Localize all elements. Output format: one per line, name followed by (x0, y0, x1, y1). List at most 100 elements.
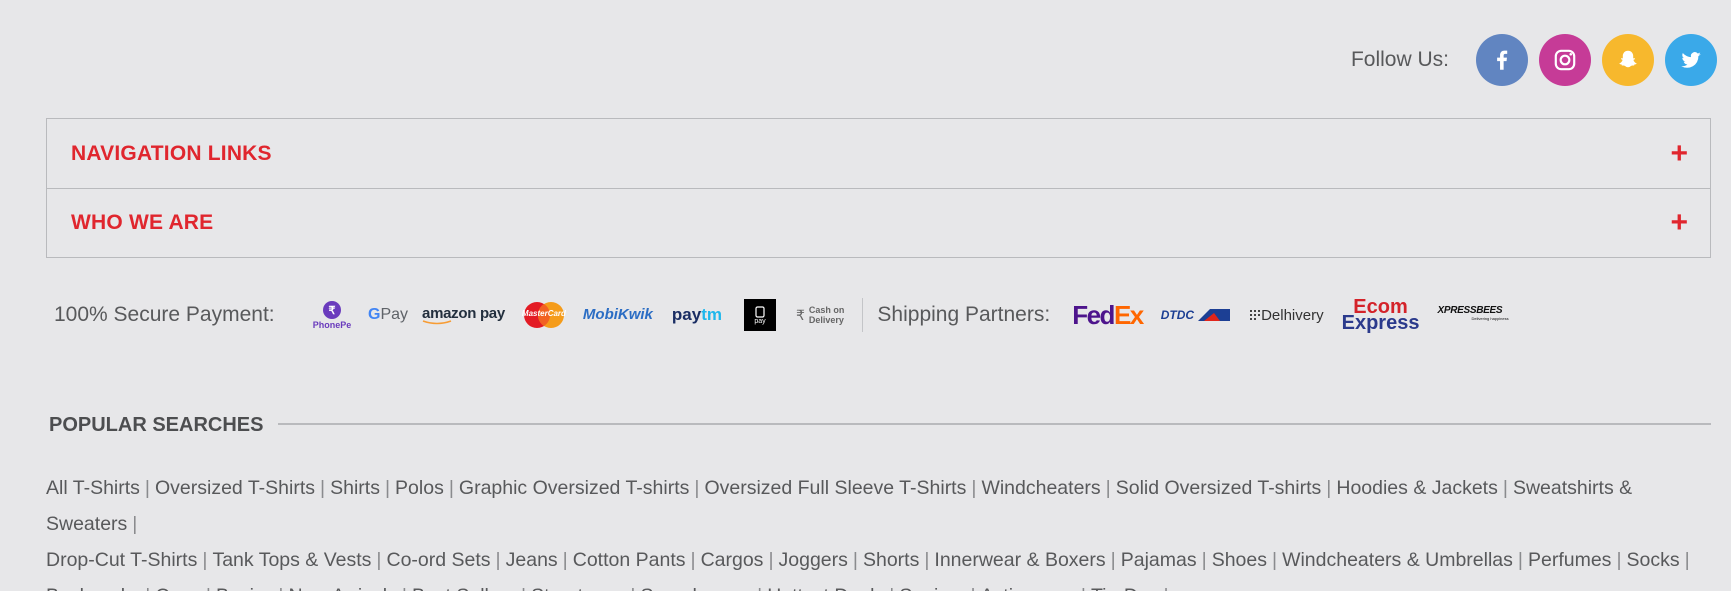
twitter-button[interactable] (1665, 34, 1717, 86)
follow-us-label: Follow Us: (1350, 48, 1449, 71)
link-separator: | (852, 549, 858, 571)
popular-search-link[interactable]: Oversized T-Shirts (155, 477, 315, 499)
link-separator: | (521, 585, 526, 591)
popular-searches-header: POPULAR SEARCHES (49, 414, 1711, 437)
rupee-icon: ₹ (795, 306, 805, 323)
link-separator: | (1105, 477, 1111, 499)
popular-search-link[interactable]: Cotton Pants (573, 549, 686, 571)
secure-payment-label: 100% Secure Payment: (54, 303, 275, 326)
instagram-icon (1554, 49, 1576, 71)
snapchat-button[interactable] (1602, 34, 1654, 86)
link-separator: | (1201, 549, 1207, 571)
instagram-button[interactable] (1539, 34, 1591, 86)
link-separator: | (562, 549, 568, 571)
popular-search-link[interactable]: Tank Tops & Vests (212, 549, 371, 571)
popular-search-link[interactable]: Superheroes (640, 585, 752, 591)
popular-search-link[interactable]: Shoes (1212, 549, 1267, 571)
link-separator: | (202, 549, 208, 571)
link-separator: | (278, 585, 283, 591)
popular-search-link[interactable]: Windcheaters (981, 477, 1100, 499)
shipping-logos: FedEx DTDC Delhivery Ecom Express XPRESS… (1072, 297, 1509, 333)
link-separator: | (757, 585, 762, 591)
popular-search-link[interactable]: Cargos (701, 549, 764, 571)
popular-search-link[interactable]: Shirts (330, 477, 380, 499)
cash-on-delivery-logo: ₹ Cash on Delivery (795, 305, 845, 325)
popular-search-link[interactable]: Pajamas (1121, 549, 1197, 571)
popular-search-link[interactable]: Windcheaters & Umbrellas (1282, 549, 1513, 571)
vertical-divider (862, 298, 864, 332)
popular-search-link[interactable]: Caps (155, 585, 201, 591)
pay-wallet-logo: pay (743, 299, 776, 331)
link-separator: | (630, 585, 635, 591)
popular-search-link[interactable]: Backpacks (46, 585, 140, 591)
popular-search-link[interactable]: Perfumes (1528, 549, 1611, 571)
accordion-who-we-are[interactable]: WHO WE ARE + (47, 188, 1710, 257)
paytm-logo: paytm (671, 305, 722, 324)
accordion-navigation-links[interactable]: NAVIGATION LINKS + (47, 119, 1710, 188)
link-separator: | (1110, 549, 1116, 571)
popular-search-link[interactable]: Hoodies & Jackets (1336, 477, 1498, 499)
xpressbees-logo: XPRESSBEES Delivering happiness (1437, 305, 1509, 322)
popular-searches-links: All T-Shirts | Oversized T-Shirts | Shirts | P… (46, 470, 1716, 591)
popular-search-link[interactable]: Socks (1627, 549, 1680, 571)
link-separator: | (971, 477, 977, 499)
popular-search-link[interactable]: Solid Oversized T-shirts (1116, 477, 1322, 499)
link-separator: | (145, 585, 150, 591)
facebook-button[interactable] (1476, 34, 1528, 86)
expand-plus-icon[interactable]: + (1670, 138, 1688, 169)
footer-accordion: NAVIGATION LINKS + WHO WE ARE + (46, 118, 1711, 258)
popular-search-link[interactable]: Joggers (779, 549, 848, 571)
popular-search-link[interactable]: Supima (899, 585, 965, 591)
link-separator: | (1684, 549, 1690, 571)
link-separator: | (1326, 477, 1332, 499)
link-separator: | (402, 585, 407, 591)
link-separator: | (132, 513, 138, 535)
payment-logos: ₹ PhonePe G Pay amazon pay MasterCard Mo… (312, 299, 845, 331)
popular-search-link[interactable]: New Arrivals (289, 585, 397, 591)
popular-search-link[interactable]: Hottest Deals (767, 585, 884, 591)
link-separator: | (1164, 585, 1169, 591)
link-separator: | (320, 477, 326, 499)
popular-search-link[interactable]: Shorts (863, 549, 919, 571)
popular-searches-line: All T-Shirts | Oversized T-Shirts | Shirts | P… (46, 470, 1716, 542)
popular-search-link[interactable]: Streetwear (531, 585, 625, 591)
mobikwik-logo: MobiKwik (582, 306, 653, 323)
popular-search-link[interactable]: Basics (216, 585, 273, 591)
popular-searches-title: POPULAR SEARCHES (49, 414, 264, 436)
popular-search-link[interactable]: Graphic Oversized T-shirts (459, 477, 689, 499)
popular-search-link[interactable]: Drop-Cut T-Shirts (46, 549, 197, 571)
popular-search-link[interactable]: Oversized Full Sleeve T-Shirts (704, 477, 966, 499)
popular-search-link[interactable]: Jeans (506, 549, 558, 571)
facebook-icon (1497, 50, 1508, 70)
popular-search-link[interactable]: Co-ord Sets (387, 549, 491, 571)
phonepe-logo: ₹ PhonePe (312, 300, 352, 330)
link-separator: | (1502, 477, 1508, 499)
accordion-title: WHO WE ARE (71, 211, 214, 234)
popular-search-link[interactable]: Best Sellers (412, 585, 516, 591)
popular-search-link[interactable]: Polos (395, 477, 444, 499)
popular-search-link[interactable]: Tie-Dye (1091, 585, 1159, 591)
popular-search-link[interactable]: Innerwear & Boxers (934, 549, 1105, 571)
link-separator: | (384, 477, 391, 499)
link-separator: | (924, 549, 930, 571)
mastercard-logo: MasterCard (522, 301, 566, 329)
snapchat-icon (1619, 50, 1637, 68)
amazonpay-logo: amazon pay (422, 305, 505, 325)
link-separator: | (889, 585, 894, 591)
link-separator: | (694, 477, 700, 499)
link-separator: | (144, 477, 150, 499)
popular-search-link[interactable]: Activewear (981, 585, 1076, 591)
link-separator: | (448, 477, 454, 499)
shipping-partners-label: Shipping Partners: (877, 303, 1051, 326)
link-separator: | (1271, 549, 1278, 571)
section-divider (278, 422, 1711, 425)
dtdc-logo: DTDC (1161, 307, 1232, 323)
popular-search-link[interactable]: All T-Shirts (46, 477, 140, 499)
gpay-logo: G Pay (368, 306, 409, 323)
link-separator: | (970, 585, 975, 591)
delhivery-logo: Delhivery (1250, 307, 1324, 324)
expand-plus-icon[interactable]: + (1670, 208, 1688, 238)
link-separator: | (495, 549, 501, 571)
follow-us-bar: Follow Us: (1351, 34, 1717, 86)
payment-shipping-row: 100% Secure Payment: ₹ PhonePe G Pay ama… (46, 292, 1711, 338)
